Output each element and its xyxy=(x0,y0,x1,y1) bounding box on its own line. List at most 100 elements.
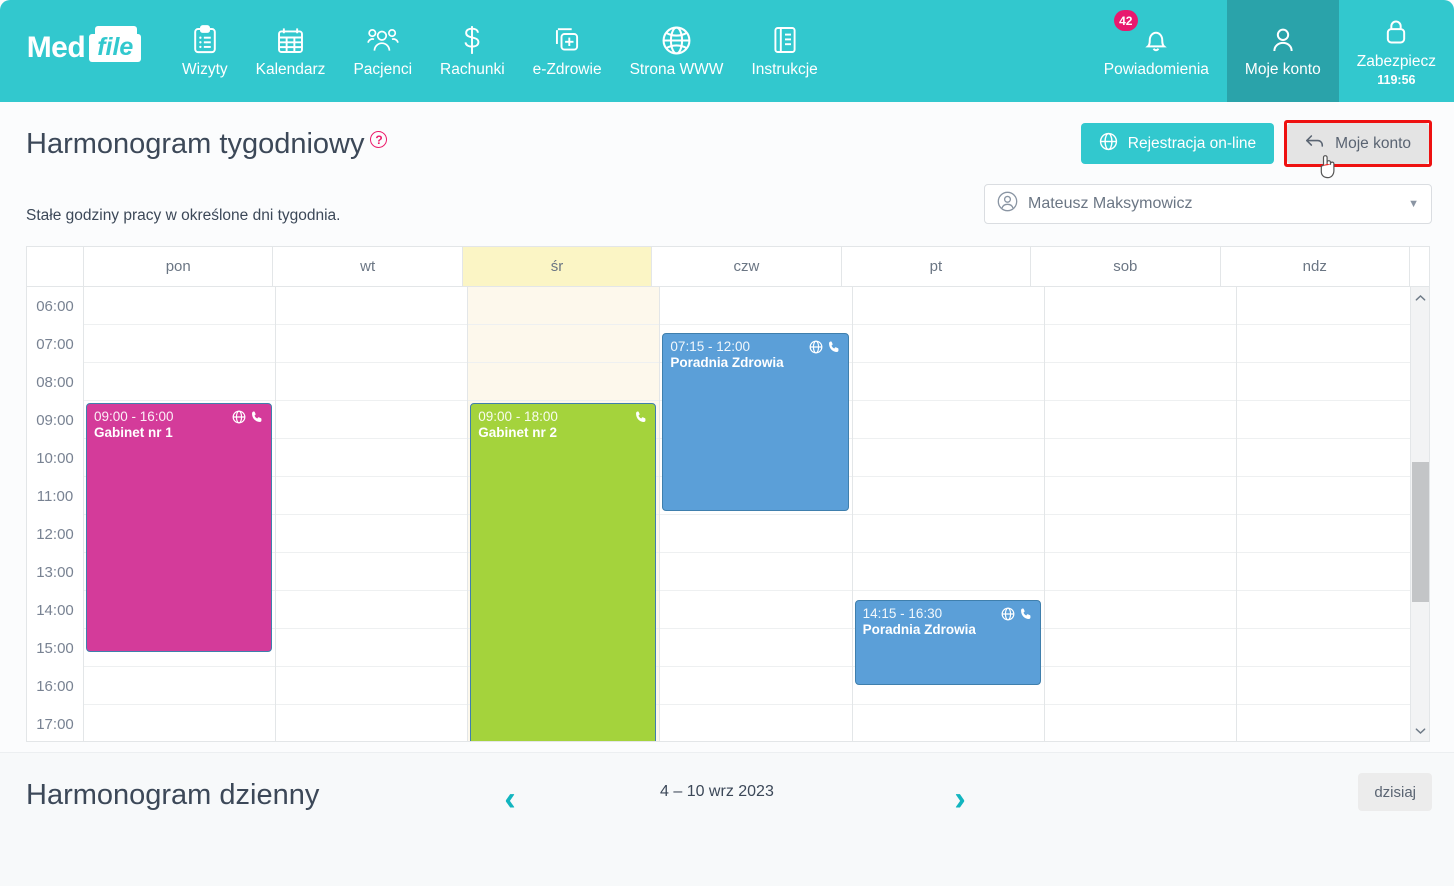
day-header-pt[interactable]: pt xyxy=(842,247,1032,286)
calendar-hour-cell[interactable] xyxy=(1236,287,1428,325)
nav-item-wizyty[interactable]: Wizyty xyxy=(168,0,242,102)
calendar-vertical-scrollbar[interactable] xyxy=(1410,287,1429,741)
scroll-up-arrow-icon[interactable] xyxy=(1411,289,1429,307)
calendar-hour-cell[interactable] xyxy=(852,363,1044,401)
calendar-hour-cell[interactable] xyxy=(1236,591,1428,629)
calendar-hour-cell[interactable] xyxy=(1236,401,1428,439)
calendar-hour-cell[interactable] xyxy=(1044,287,1236,325)
day-column-wt[interactable] xyxy=(276,287,469,741)
calendar-hour-cell[interactable] xyxy=(468,363,660,401)
calendar-event[interactable]: 14:15 - 16:30 Poradnia Zdrowia xyxy=(854,600,1041,685)
calendar-hour-cell[interactable] xyxy=(1045,705,1236,741)
calendar-hour-cell[interactable] xyxy=(852,439,1044,477)
calendar-hour-cell[interactable] xyxy=(276,325,468,363)
nav-item-pacjenci[interactable]: Pacjenci xyxy=(339,0,426,102)
day-header-ndz[interactable]: ndz xyxy=(1221,247,1410,286)
day-column-sr[interactable]: 09:00 - 18:00 Gabinet nr 2 xyxy=(468,287,661,741)
calendar-hour-cell[interactable] xyxy=(84,325,276,363)
calendar-hour-cell[interactable] xyxy=(853,705,1044,741)
calendar-hour-cell[interactable] xyxy=(84,705,275,741)
calendar-hour-cell[interactable] xyxy=(852,477,1044,515)
nav-item-powiadomienia[interactable]: 42 Powiadomienia xyxy=(1086,0,1227,102)
calendar-hour-cell[interactable] xyxy=(852,401,1044,439)
my-account-back-button[interactable]: Moje konto xyxy=(1287,123,1429,164)
calendar-hour-cell[interactable] xyxy=(1236,553,1428,591)
calendar-hour-cell[interactable] xyxy=(852,515,1044,553)
calendar-hour-cell[interactable] xyxy=(1044,629,1236,667)
day-header-czw[interactable]: czw xyxy=(652,247,842,286)
calendar-hour-cell[interactable] xyxy=(660,667,852,705)
nav-item-kalendarz[interactable]: Kalendarz xyxy=(242,0,340,102)
calendar-hour-cell[interactable] xyxy=(852,287,1044,325)
day-header-pon[interactable]: pon xyxy=(84,247,274,286)
calendar-hour-cell[interactable] xyxy=(1044,439,1236,477)
chevron-down-icon[interactable]: ▼ xyxy=(1408,198,1419,210)
calendar-hour-cell[interactable] xyxy=(468,325,660,363)
calendar-hour-cell[interactable] xyxy=(276,363,468,401)
calendar-hour-cell[interactable] xyxy=(660,629,852,667)
day-column-pt[interactable]: 14:15 - 16:30 Poradnia Zdrowia xyxy=(852,287,1045,741)
today-button[interactable]: dzisiaj xyxy=(1358,773,1432,811)
calendar-hour-cell[interactable] xyxy=(660,705,851,741)
calendar-hour-cell[interactable] xyxy=(1044,667,1236,705)
nav-item-rachunki[interactable]: Rachunki xyxy=(426,0,519,102)
calendar-hour-cell[interactable] xyxy=(276,553,468,591)
calendar-hour-cell[interactable] xyxy=(84,667,276,705)
calendar-hour-cell[interactable] xyxy=(1044,591,1236,629)
day-header-wt[interactable]: wt xyxy=(273,247,463,286)
calendar-hour-cell[interactable] xyxy=(276,439,468,477)
calendar-hour-cell[interactable] xyxy=(276,515,468,553)
day-column-czw[interactable]: 07:15 - 12:00 Poradnia Zdrowia xyxy=(660,287,853,741)
calendar-hour-cell[interactable] xyxy=(276,705,467,741)
calendar-hour-cell[interactable] xyxy=(276,401,468,439)
calendar-hour-cell[interactable] xyxy=(852,325,1044,363)
calendar-event[interactable]: 09:00 - 18:00 Gabinet nr 2 xyxy=(470,403,657,741)
calendar-hour-cell[interactable] xyxy=(276,667,468,705)
calendar-hour-cell[interactable] xyxy=(660,553,852,591)
calendar-hour-cell[interactable] xyxy=(1237,705,1428,741)
scroll-down-arrow-icon[interactable] xyxy=(1411,722,1429,740)
nav-item-zabezpiecz[interactable]: Zabezpiecz 119:56 xyxy=(1339,0,1454,102)
calendar-hour-cell[interactable] xyxy=(1236,325,1428,363)
calendar-hour-cell[interactable] xyxy=(1044,401,1236,439)
nav-item-ezdrowie[interactable]: e-Zdrowie xyxy=(519,0,616,102)
calendar-hour-cell[interactable] xyxy=(1236,629,1428,667)
calendar-hour-cell[interactable] xyxy=(276,477,468,515)
day-header-sr[interactable]: śr xyxy=(462,247,653,286)
online-registration-button[interactable]: Rejestracja on-line xyxy=(1080,123,1275,164)
calendar-hour-cell[interactable] xyxy=(1236,515,1428,553)
calendar-hour-cell[interactable] xyxy=(1236,363,1428,401)
calendar-hour-cell[interactable] xyxy=(1236,477,1428,515)
prev-week-button[interactable]: ‹ xyxy=(490,777,530,821)
day-header-sob[interactable]: sob xyxy=(1031,247,1221,286)
calendar-hour-cell[interactable] xyxy=(1044,515,1236,553)
calendar-hour-cell[interactable] xyxy=(1044,325,1236,363)
day-column-sob[interactable] xyxy=(1044,287,1237,741)
calendar-hour-cell[interactable] xyxy=(1044,553,1236,591)
calendar-hour-cell[interactable] xyxy=(468,287,660,325)
user-selector-dropdown[interactable]: Mateusz Maksymowicz ▼ xyxy=(984,184,1432,224)
calendar-hour-cell[interactable] xyxy=(276,287,468,325)
nav-item-instrukcje[interactable]: Instrukcje xyxy=(737,0,831,102)
calendar-hour-cell[interactable] xyxy=(1044,477,1236,515)
calendar-hour-cell[interactable] xyxy=(660,515,852,553)
nav-item-moje-konto[interactable]: Moje konto xyxy=(1226,0,1339,102)
calendar-hour-cell[interactable] xyxy=(660,591,852,629)
calendar-hour-cell[interactable] xyxy=(1236,667,1428,705)
calendar-hour-cell[interactable] xyxy=(1044,363,1236,401)
calendar-hour-cell[interactable] xyxy=(84,363,276,401)
calendar-hour-cell[interactable] xyxy=(1236,439,1428,477)
day-column-pon[interactable]: 09:00 - 16:00 Gabinet nr 1 xyxy=(84,287,277,741)
calendar-hour-cell[interactable] xyxy=(660,287,852,325)
medfile-logo[interactable]: Med file xyxy=(0,0,168,102)
calendar-hour-cell[interactable] xyxy=(84,287,276,325)
calendar-hour-cell[interactable] xyxy=(276,629,468,667)
day-column-ndz[interactable] xyxy=(1236,287,1429,741)
help-icon[interactable]: ? xyxy=(370,131,388,148)
calendar-event[interactable]: 07:15 - 12:00 Poradnia Zdrowia xyxy=(662,333,849,511)
scrollbar-thumb[interactable] xyxy=(1412,462,1429,602)
calendar-hour-cell[interactable] xyxy=(276,591,468,629)
nav-item-strona-www[interactable]: Strona WWW xyxy=(616,0,738,102)
calendar-event[interactable]: 09:00 - 16:00 Gabinet nr 1 xyxy=(86,403,273,652)
next-week-button[interactable]: › xyxy=(940,777,980,821)
